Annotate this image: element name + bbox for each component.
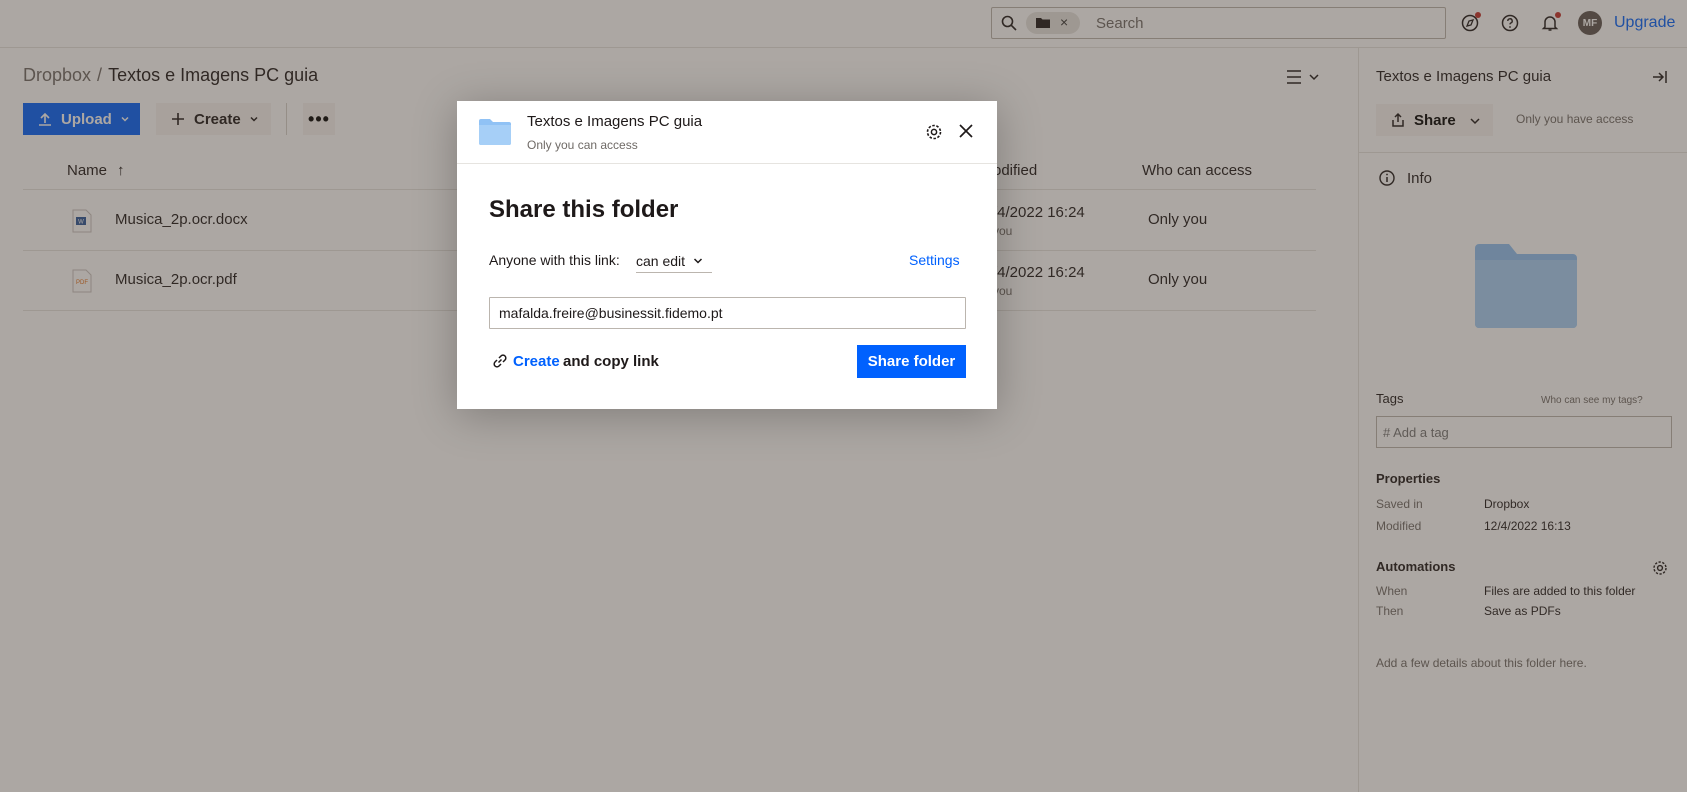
gear-icon[interactable]: [925, 123, 943, 141]
close-icon[interactable]: [957, 122, 975, 140]
folder-icon: [479, 119, 511, 145]
copy-link-text: and copy link: [563, 353, 659, 370]
email-field[interactable]: [489, 297, 966, 329]
share-folder-dialog: Textos e Imagens PC guia Only you can ac…: [457, 101, 997, 409]
permission-dropdown[interactable]: can edit: [636, 250, 712, 273]
dialog-heading: Share this folder: [489, 196, 679, 223]
dialog-folder-name: Textos e Imagens PC guia: [527, 113, 703, 130]
dialog-header: Textos e Imagens PC guia Only you can ac…: [457, 101, 997, 164]
link-icon: [493, 354, 507, 368]
dialog-folder-access: Only you can access: [527, 138, 638, 152]
link-permission-label: Anyone with this link:: [489, 252, 620, 268]
settings-link[interactable]: Settings: [909, 252, 960, 268]
share-folder-button[interactable]: Share folder: [857, 345, 966, 378]
permission-value: can edit: [636, 253, 686, 269]
chevron-down-icon: [694, 258, 703, 264]
create-link-button[interactable]: Create: [513, 353, 560, 370]
